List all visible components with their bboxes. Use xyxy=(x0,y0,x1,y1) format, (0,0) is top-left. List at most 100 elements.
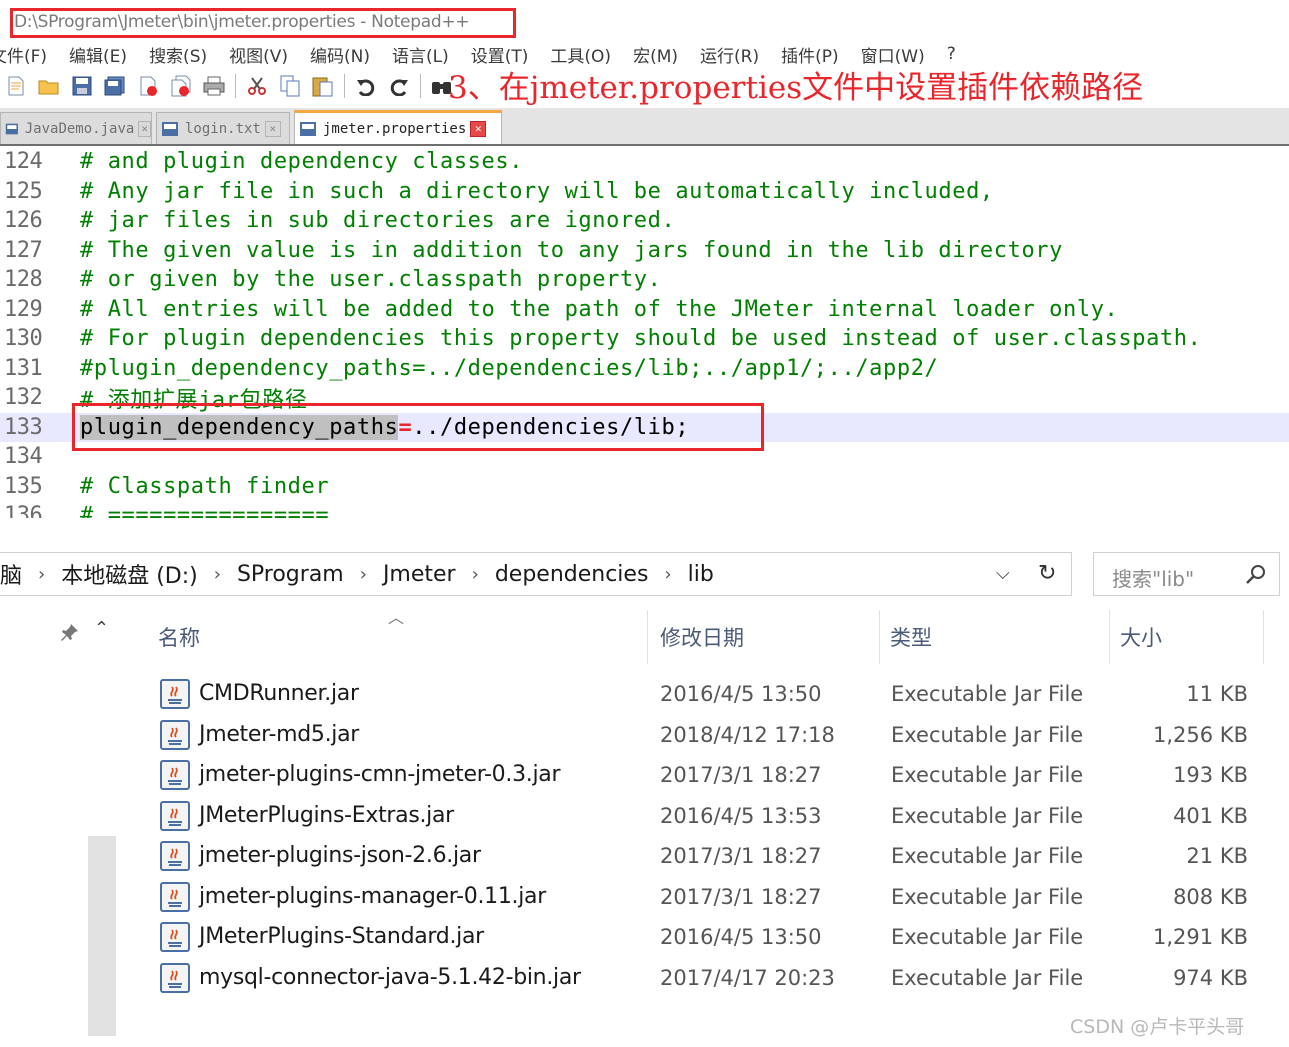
file-date: 2016/4/5 13:50 xyxy=(660,925,822,949)
line-number: 126 xyxy=(4,208,43,234)
close-icon[interactable]: ✕ xyxy=(138,120,151,137)
tab-login[interactable]: login.txt ✕ xyxy=(156,112,290,144)
save-all-icon[interactable] xyxy=(103,74,127,98)
menu-search[interactable]: 搜索(S) xyxy=(149,42,207,67)
pin-icon[interactable] xyxy=(60,622,80,642)
file-name: jmeter-plugins-cmn-jmeter-0.3.jar xyxy=(199,762,561,787)
file-size: 21 KB xyxy=(1186,844,1248,868)
notepad-window: D:\SProgram\Jmeter\bin\jmeter.properties… xyxy=(0,0,1289,518)
file-row[interactable]: jmeter-plugins-cmn-jmeter-0.3.jar 2017/3… xyxy=(0,755,1289,796)
menu-encoding[interactable]: 编码(N) xyxy=(310,42,370,67)
address-bar[interactable]: 脑 › 本地磁盘 (D:) › SProgram › Jmeter › depe… xyxy=(0,552,1072,596)
undo-icon[interactable] xyxy=(354,74,378,98)
breadcrumb-dependencies[interactable]: dependencies xyxy=(495,562,649,587)
chevron-right-icon[interactable]: › xyxy=(664,564,671,585)
toolbar-separator xyxy=(344,74,345,98)
chevron-up-icon[interactable]: ⌃ xyxy=(94,618,109,639)
line-number: 133 xyxy=(4,414,43,440)
search-placeholder: 搜索"lib" xyxy=(1112,567,1195,591)
breadcrumb-computer[interactable]: 脑 xyxy=(0,558,22,590)
line-number: 132 xyxy=(4,385,43,411)
breadcrumb-drive[interactable]: 本地磁盘 (D:) xyxy=(61,558,198,590)
file-row[interactable]: JMeterPlugins-Extras.jar 2016/4/5 13:53 … xyxy=(0,796,1289,837)
line-text: # jar files in sub directories are ignor… xyxy=(80,208,676,234)
breadcrumb-sprogram[interactable]: SProgram xyxy=(237,562,344,587)
new-file-icon[interactable] xyxy=(4,74,28,98)
line-number: 129 xyxy=(4,296,43,322)
file-row[interactable]: jmeter-plugins-manager-0.11.jar 2017/3/1… xyxy=(0,877,1289,918)
column-header-name[interactable]: 名称 xyxy=(148,610,648,664)
refresh-icon[interactable]: ↻ xyxy=(1038,561,1056,586)
file-name: JMeterPlugins-Extras.jar xyxy=(199,802,454,828)
breadcrumb-jmeter[interactable]: Jmeter xyxy=(383,562,456,587)
code-line: 125 # Any jar file in such a directory w… xyxy=(0,177,1289,207)
menu-file[interactable]: 文件(F) xyxy=(0,42,47,67)
chevron-right-icon[interactable]: › xyxy=(472,564,479,585)
file-row[interactable]: mysql-connector-java-5.1.42-bin.jar 2017… xyxy=(0,958,1289,999)
file-type: Executable Jar File xyxy=(891,763,1084,787)
menu-edit[interactable]: 编辑(E) xyxy=(69,42,127,67)
file-name: jmeter-plugins-manager-0.11.jar xyxy=(199,883,546,909)
file-row[interactable]: JMeterPlugins-Standard.jar 2016/4/5 13:5… xyxy=(0,917,1289,958)
close-all-icon[interactable] xyxy=(169,74,193,98)
jar-file-icon xyxy=(160,841,190,871)
column-header-size[interactable]: 大小 xyxy=(1110,610,1264,664)
jar-file-icon xyxy=(160,800,190,831)
code-line: 135 # Classpath finder xyxy=(0,472,1289,502)
code-editor[interactable]: 124 # and plugin dependency classes. 125… xyxy=(0,147,1289,518)
file-type: Executable Jar File xyxy=(891,722,1084,747)
column-label: 修改日期 xyxy=(660,626,744,650)
print-icon[interactable] xyxy=(202,74,226,98)
breadcrumb-lib[interactable]: lib xyxy=(688,562,714,587)
toolbar-separator xyxy=(235,74,236,98)
line-text: # For plugin dependencies this property … xyxy=(80,326,1202,352)
cut-icon[interactable] xyxy=(245,74,269,98)
close-icon[interactable]: ✕ xyxy=(264,120,281,137)
toolbar-separator xyxy=(420,74,421,98)
line-text: # Any jar file in such a directory will … xyxy=(80,178,994,204)
tab-bar: JavaDemo.java ✕ login.txt ✕ jmeter.prope… xyxy=(0,108,1289,146)
menu-view[interactable]: 视图(V) xyxy=(229,42,288,67)
menu-help[interactable]: ? xyxy=(947,44,956,64)
code-line: 136 # ================ xyxy=(0,501,1289,518)
save-icon[interactable] xyxy=(70,74,94,98)
file-size: 193 KB xyxy=(1173,763,1248,787)
line-text: # The given value is in addition to any … xyxy=(80,237,1064,263)
redo-icon[interactable] xyxy=(387,74,411,98)
code-line: 128 # or given by the user.classpath pro… xyxy=(0,265,1289,295)
file-size: 11 KB xyxy=(1186,682,1248,706)
file-row[interactable]: Jmeter-md5.jar 2018/4/12 17:18 Executabl… xyxy=(0,715,1289,756)
chevron-right-icon[interactable]: › xyxy=(38,564,45,585)
file-date: 2017/3/1 18:27 xyxy=(660,763,822,787)
line-text: #plugin_dependency_paths=../dependencies… xyxy=(80,355,939,381)
chevron-right-icon[interactable]: › xyxy=(214,564,221,585)
menu-language[interactable]: 语言(L) xyxy=(392,42,449,67)
chevron-down-icon[interactable]: ⌵ xyxy=(996,563,1010,584)
file-row[interactable]: jmeter-plugins-json-2.6.jar 2017/3/1 18:… xyxy=(0,836,1289,877)
paste-icon[interactable] xyxy=(311,74,335,98)
code-line: 126 # jar files in sub directories are i… xyxy=(0,206,1289,236)
code-highlight-box xyxy=(72,403,764,451)
column-header-date[interactable]: 修改日期 xyxy=(650,610,880,664)
open-file-icon[interactable] xyxy=(37,74,61,98)
search-input[interactable]: 搜索"lib" xyxy=(1093,552,1280,596)
line-text: # and plugin dependency classes. xyxy=(80,149,524,175)
line-number: 130 xyxy=(4,326,43,352)
tab-jmeter-properties[interactable]: jmeter.properties ✕ xyxy=(294,110,502,144)
line-number: 131 xyxy=(4,355,43,381)
chevron-right-icon[interactable]: › xyxy=(360,564,367,585)
jar-file-icon xyxy=(160,881,190,912)
close-file-icon[interactable] xyxy=(136,74,160,98)
line-text: # All entries will be added to the path … xyxy=(80,296,1119,322)
line-text: # or given by the user.classpath propert… xyxy=(80,267,662,293)
window-title-bar: D:\SProgram\Jmeter\bin\jmeter.properties… xyxy=(0,6,1289,38)
line-number: 128 xyxy=(4,267,43,293)
line-number: 125 xyxy=(4,178,43,204)
close-icon[interactable]: ✕ xyxy=(470,120,487,137)
search-icon[interactable] xyxy=(1244,563,1268,587)
tab-javademo[interactable]: JavaDemo.java ✕ xyxy=(0,112,152,144)
column-header-type[interactable]: 类型 xyxy=(880,610,1110,664)
file-explorer: 脑 › 本地磁盘 (D:) › SProgram › Jmeter › depe… xyxy=(0,548,1289,1047)
copy-icon[interactable] xyxy=(278,74,302,98)
file-row[interactable]: CMDRunner.jar 2016/4/5 13:50 Executable … xyxy=(0,674,1289,715)
